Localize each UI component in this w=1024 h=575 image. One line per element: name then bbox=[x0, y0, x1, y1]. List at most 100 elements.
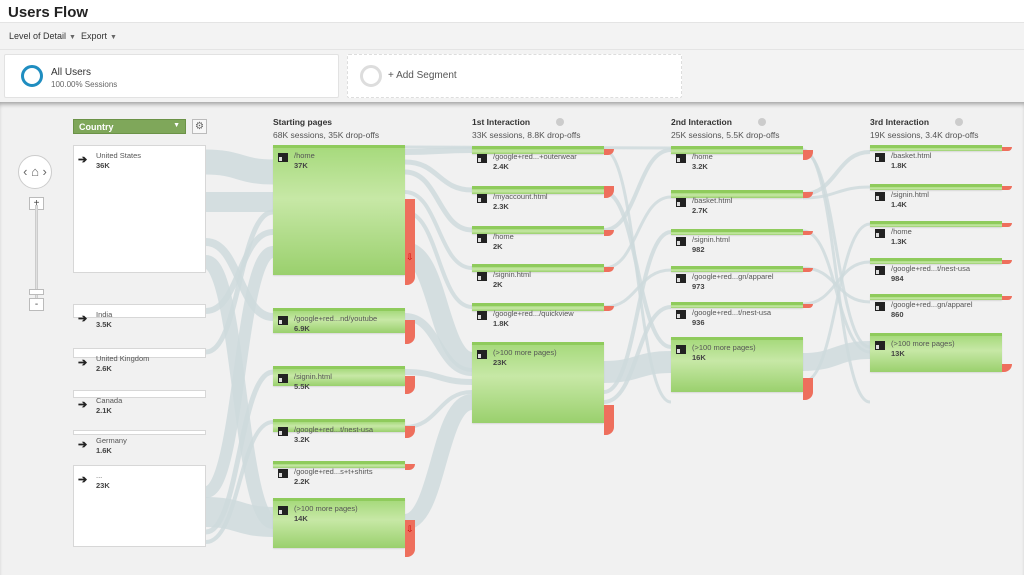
dropoff-bar[interactable]: ⇩ bbox=[405, 520, 415, 557]
node-value: 13K bbox=[891, 349, 905, 358]
column-title: 1st Interaction bbox=[472, 117, 581, 127]
node-label: /google+red...+outerwear bbox=[493, 152, 577, 161]
segment-ring-icon bbox=[21, 65, 43, 87]
page-icon bbox=[875, 192, 885, 201]
page-node[interactable] bbox=[472, 264, 604, 272]
page-node[interactable] bbox=[671, 190, 803, 198]
node-label: /google+red...t/nest-usa bbox=[294, 425, 374, 434]
remove-step-icon[interactable] bbox=[955, 118, 964, 126]
arrow-right-icon: ➔ bbox=[78, 399, 88, 411]
caret-down-icon: ▼ bbox=[69, 34, 76, 41]
page-node[interactable] bbox=[671, 229, 803, 235]
dropoff-bar[interactable]: ⇩ bbox=[405, 199, 415, 285]
node-value: 2K bbox=[493, 280, 503, 289]
zoom-out-button[interactable]: - bbox=[29, 298, 44, 311]
node-label: /google+red...s+t+shirts bbox=[294, 467, 373, 476]
country-node[interactable] bbox=[73, 390, 206, 398]
node-value: 3.2K bbox=[692, 162, 708, 171]
flow-link bbox=[404, 169, 473, 233]
node-label: /google+red...t/nest-usa bbox=[891, 264, 971, 273]
dimension-label: Country bbox=[79, 122, 114, 132]
node-label: /home bbox=[692, 152, 713, 161]
column-title-text: 3rd Interaction bbox=[870, 117, 930, 127]
page-node[interactable] bbox=[472, 226, 604, 234]
column-title: Starting pages bbox=[273, 117, 379, 127]
node-value: 936 bbox=[692, 318, 705, 327]
dimension-dropdown[interactable]: Country ▼ bbox=[73, 119, 186, 134]
zoom-slider-thumb[interactable] bbox=[29, 289, 44, 295]
flow-canvas[interactable]: Country ▼ ⚙ ‹ ⌂ › + - Starting pages 68K s… bbox=[0, 102, 1024, 575]
page-icon bbox=[278, 469, 288, 478]
segment-all-users[interactable]: All Users 100.00% Sessions bbox=[4, 54, 339, 98]
country-node[interactable] bbox=[73, 145, 206, 273]
node-value: 2.3K bbox=[493, 202, 509, 211]
node-value: 1.6K bbox=[96, 446, 112, 455]
page-node[interactable] bbox=[273, 366, 405, 386]
node-value: 6.9K bbox=[294, 324, 310, 333]
page-node[interactable] bbox=[273, 145, 405, 275]
node-value: 5.5K bbox=[294, 382, 310, 391]
country-node[interactable] bbox=[73, 465, 206, 547]
node-label: (>100 more pages) bbox=[294, 504, 358, 513]
node-label: /google+red...gn/apparel bbox=[891, 300, 973, 309]
column-header: 3rd Interaction 19K sessions, 3.4K drop-o… bbox=[870, 117, 979, 140]
segment-bar: All Users 100.00% Sessions + Add Segment bbox=[0, 50, 1024, 102]
page-icon bbox=[875, 266, 885, 275]
flow-link bbox=[603, 190, 672, 349]
dropoff-bar[interactable] bbox=[405, 320, 415, 344]
node-value: 23K bbox=[96, 481, 110, 490]
arrow-right-icon: ➔ bbox=[78, 357, 88, 369]
dropoff-bar[interactable] bbox=[604, 405, 614, 435]
remove-step-icon[interactable] bbox=[556, 118, 565, 126]
node-value: 2.1K bbox=[96, 406, 112, 415]
page-icon bbox=[278, 374, 288, 383]
node-value: 982 bbox=[692, 245, 705, 254]
node-label: /basket.html bbox=[891, 151, 932, 160]
node-label: United States bbox=[96, 151, 142, 160]
page-node[interactable] bbox=[870, 184, 1002, 190]
node-value: 2K bbox=[493, 242, 503, 251]
page-icon bbox=[477, 272, 487, 281]
gear-icon[interactable]: ⚙ bbox=[192, 119, 207, 134]
node-value: 984 bbox=[891, 274, 904, 283]
country-node[interactable] bbox=[73, 430, 206, 435]
remove-step-icon[interactable] bbox=[757, 118, 766, 126]
home-navigation-icon[interactable]: ‹ ⌂ › bbox=[18, 155, 52, 189]
page-icon bbox=[676, 154, 686, 163]
level-of-detail-menu[interactable]: Level of Detail ▼ bbox=[9, 31, 76, 41]
node-value: 2.4K bbox=[493, 162, 509, 171]
page-icon bbox=[676, 198, 686, 207]
flow-link bbox=[603, 351, 672, 383]
country-node[interactable] bbox=[73, 304, 206, 318]
page-icon bbox=[278, 427, 288, 436]
page-icon bbox=[477, 234, 487, 243]
page-node[interactable] bbox=[671, 146, 803, 154]
add-segment-label: + Add Segment bbox=[388, 70, 457, 81]
page-icon bbox=[278, 316, 288, 325]
page-icon bbox=[676, 345, 686, 354]
arrow-right-icon: ➔ bbox=[78, 439, 88, 451]
column-header: 2nd Interaction 25K sessions, 5.5K drop-o… bbox=[671, 117, 780, 140]
column-title-text: 2nd Interaction bbox=[671, 117, 732, 127]
node-label: (>100 more pages) bbox=[692, 343, 756, 352]
arrow-right-icon: ➔ bbox=[78, 154, 88, 166]
arrow-right-icon: ➔ bbox=[78, 474, 88, 486]
page-icon bbox=[278, 506, 288, 515]
node-value: 3.5K bbox=[96, 320, 112, 329]
add-segment-button[interactable]: + Add Segment bbox=[347, 54, 682, 98]
flow-link bbox=[403, 394, 474, 530]
node-value: 2.7K bbox=[692, 206, 708, 215]
export-label: Export bbox=[81, 31, 108, 41]
node-value: 2.6K bbox=[96, 364, 112, 373]
column-header: Starting pages 68K sessions, 35K drop-off… bbox=[273, 117, 379, 140]
caret-down-icon: ▼ bbox=[173, 122, 180, 129]
node-label: /myaccount.html bbox=[493, 192, 548, 201]
page-node[interactable] bbox=[870, 145, 1002, 151]
page-icon bbox=[477, 194, 487, 203]
export-menu[interactable]: Export ▼ bbox=[81, 31, 117, 41]
node-label: /home bbox=[493, 232, 514, 241]
flow-link bbox=[802, 341, 871, 371]
page-node[interactable] bbox=[870, 221, 1002, 227]
dropoff-arrow-icon: ⇩ bbox=[406, 524, 414, 534]
node-label: /signin.html bbox=[493, 270, 531, 279]
